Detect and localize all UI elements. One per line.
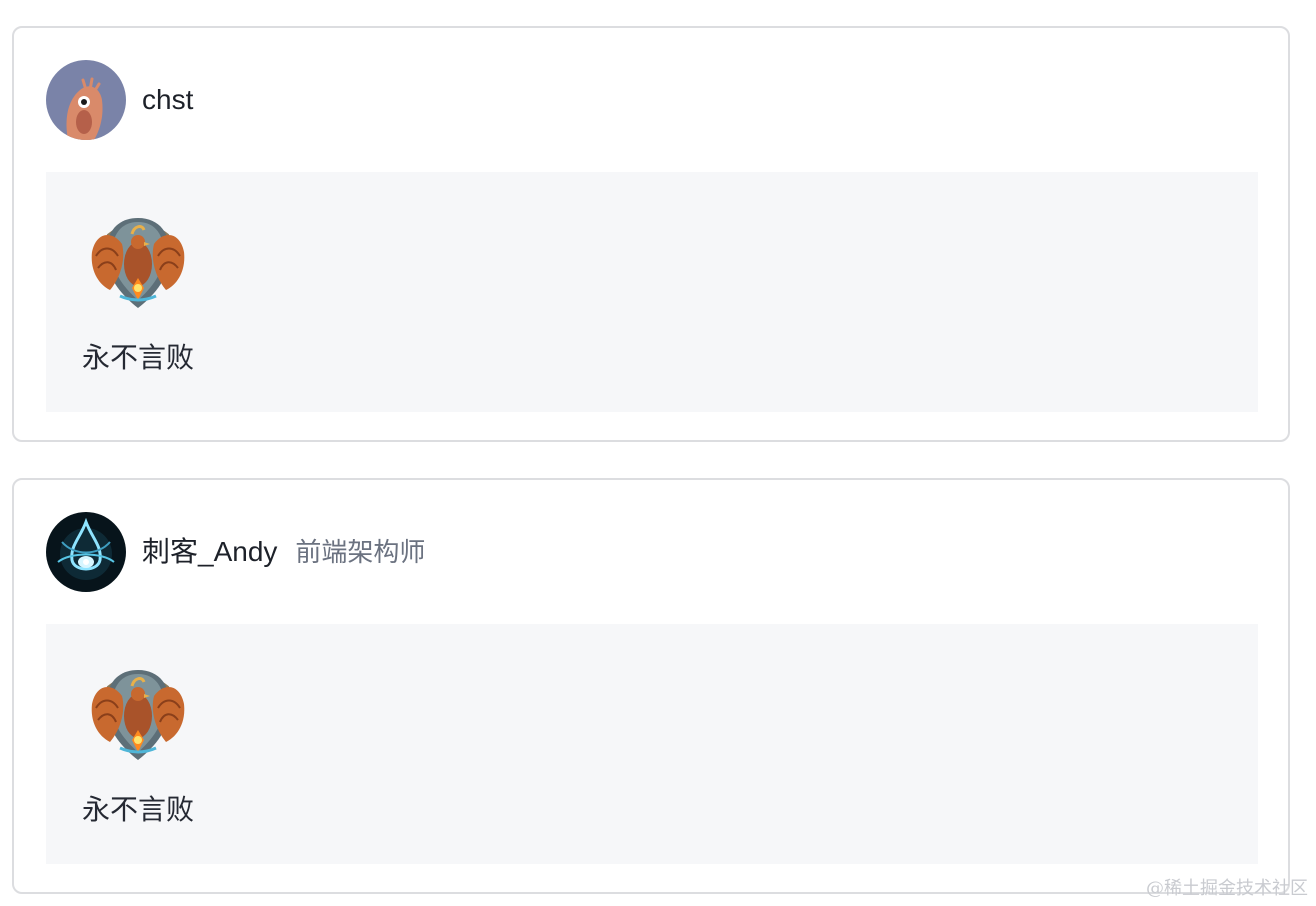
- username[interactable]: 刺客_Andy: [142, 538, 277, 566]
- badge-panel: 永不言败: [46, 172, 1258, 412]
- energy-orb-icon: [46, 512, 126, 592]
- avatar[interactable]: [46, 512, 126, 592]
- user-job-title: 前端架构师: [295, 537, 426, 567]
- watermark: @稀土掘金技术社区: [1146, 878, 1308, 899]
- badge-name: 永不言败: [82, 794, 195, 825]
- badge-panel: 永不言败: [46, 624, 1258, 864]
- page: chst 永不言败 刺客_Andy 前端架构师 永不言败 @稀土掘金技术社区: [0, 0, 1316, 906]
- phoenix-badge-icon: [86, 212, 190, 312]
- user-info: 刺客_Andy 前端架构师: [46, 512, 425, 592]
- badge-name: 永不言败: [82, 342, 195, 373]
- cartoon-creature-icon: [46, 60, 126, 140]
- avatar[interactable]: [46, 60, 126, 140]
- user-info: chst: [46, 60, 193, 140]
- phoenix-badge-icon: [86, 664, 190, 764]
- username[interactable]: chst: [142, 86, 193, 114]
- user-badge-card: 刺客_Andy 前端架构师 永不言败: [12, 478, 1290, 894]
- user-badge-card: chst 永不言败: [12, 26, 1290, 442]
